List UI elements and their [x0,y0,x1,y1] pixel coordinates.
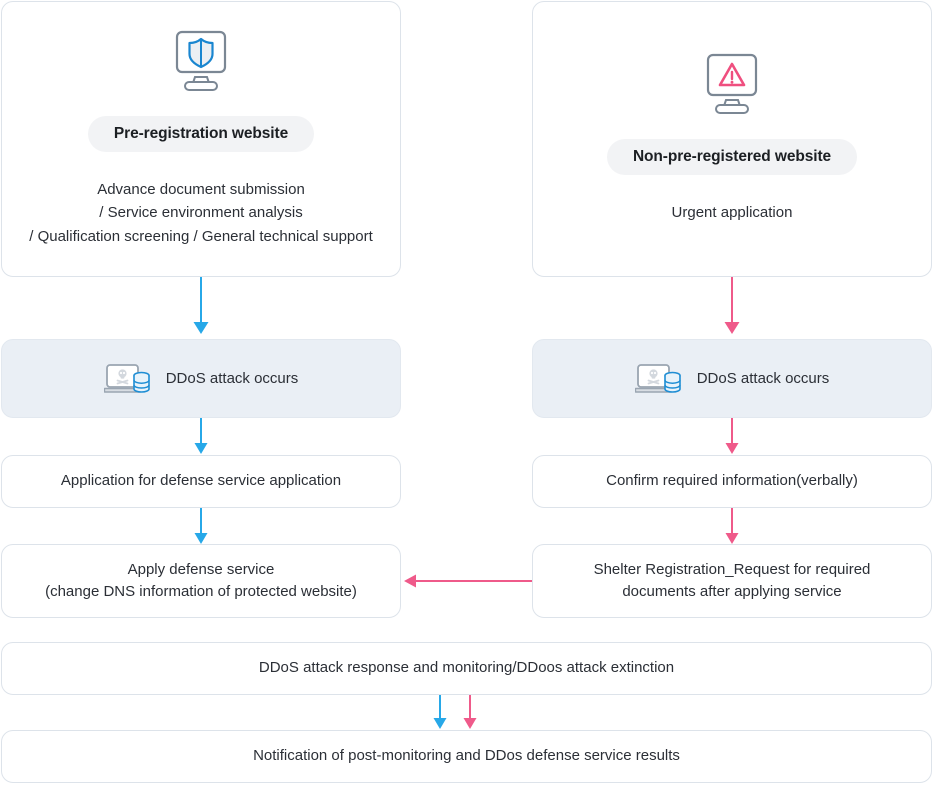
right-card-badge: Non-pre-registered website [606,139,858,176]
arrow-left-card-to-attack [188,277,214,337]
right-step1-label: Confirm required information(verbally) [606,472,858,490]
ddos-response-box: DDoS attack response and monitoring/DDoo… [1,642,932,695]
arrow-response-to-result-blue [428,695,452,731]
right-step1-box: Confirm required information(verbally) [532,455,932,508]
ddos-response-label: DDoS attack response and monitoring/DDoo… [258,659,675,677]
left-ddos-attack-box: DDoS attack occurs [1,339,401,418]
right-ddos-label: DDoS attack occurs [696,370,830,387]
monitor-shield-icon [169,30,233,96]
arrow-right-card-to-attack [719,277,745,337]
laptop-skull-database-icon [634,361,683,397]
arrow-left-attack-to-step1 [188,418,214,456]
notification-result-box: Notification of post-monitoring and DDos… [1,730,932,783]
left-card-badge: Pre-registration website [87,116,315,153]
arrow-right-step2-to-left-step2 [401,570,532,592]
left-step1-label: Application for defense service applicat… [60,472,342,490]
left-step2-label: Apply defense service (change DNS inform… [45,560,357,601]
arrow-left-step1-to-step2 [188,508,214,546]
left-intro-card: Pre-registration website Advance documen… [1,1,401,277]
laptop-skull-database-icon [103,361,152,397]
arrow-response-to-result-pink [458,695,482,731]
right-step2-label: Shelter Registration_Request for require… [593,560,871,601]
left-card-description: Advance document submission / Service en… [29,181,373,245]
right-intro-card: Non-pre-registered website Urgent applic… [532,1,932,277]
notification-result-label: Notification of post-monitoring and DDos… [253,747,680,765]
left-step2-box: Apply defense service (change DNS inform… [1,544,401,618]
arrow-right-attack-to-step1 [719,418,745,456]
right-step2-box: Shelter Registration_Request for require… [532,544,932,618]
right-card-description: Urgent application [671,204,793,222]
left-ddos-label: DDoS attack occurs [165,370,299,387]
monitor-warning-icon [700,53,764,119]
arrow-right-step1-to-step2 [719,508,745,546]
flowchart-diagram: Pre-registration website Advance documen… [0,0,934,785]
right-ddos-attack-box: DDoS attack occurs [532,339,932,418]
left-step1-box: Application for defense service applicat… [1,455,401,508]
